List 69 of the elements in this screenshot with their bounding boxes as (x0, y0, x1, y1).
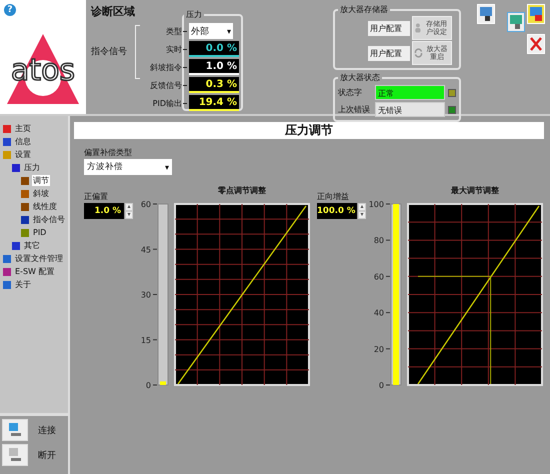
group-title: 放大器存储器 (339, 4, 389, 15)
type-dropdown[interactable]: 外部 ▾ (189, 23, 233, 39)
tick-label: 20 (374, 344, 384, 354)
tree-item[interactable]: 压力 (23, 162, 41, 173)
status-label: 上次错误 (338, 104, 371, 115)
group-title: 放大器状态 (339, 72, 381, 83)
monitor-icon (479, 6, 493, 22)
tick-label: 30 (140, 290, 151, 300)
tick-label: 40 (374, 308, 384, 318)
monitor-icon (509, 14, 523, 30)
group-title: 压力 (185, 9, 203, 20)
tree-item[interactable]: 设置文件管理 (14, 253, 64, 264)
bracket-label: 指令信号 (91, 46, 128, 58)
tick-label: 15 (140, 336, 151, 345)
network-icon (7, 422, 23, 438)
tree-item[interactable]: 斜坡 (32, 188, 50, 199)
tree-item[interactable]: PID (32, 228, 48, 237)
row-label: 类型 (165, 26, 182, 36)
network-icon (7, 447, 23, 463)
config-field[interactable]: 用户配置 (368, 20, 410, 36)
tree-item[interactable]: 主页 (14, 123, 32, 134)
row-label: 实时 (165, 44, 182, 54)
slider-track[interactable] (390, 204, 402, 386)
value-field[interactable]: 100.0 % (317, 203, 357, 219)
slider-track[interactable] (158, 204, 168, 386)
tree-item[interactable]: 关于 (14, 279, 32, 290)
bracket-line (135, 25, 140, 79)
status-field: 无错误 (375, 102, 445, 117)
field-label: 正偏置 (84, 191, 109, 202)
action-label: 连接 (38, 424, 56, 436)
tick-label: 100 (368, 200, 384, 209)
tick-label: 0 (378, 381, 384, 390)
tree-item[interactable]: 其它 (23, 240, 41, 251)
close-icon (529, 36, 543, 52)
row-label: 反馈信号 (149, 80, 182, 90)
value-readout: 1.0 % (189, 59, 239, 75)
connection-button[interactable] (2, 419, 28, 441)
row-label: PID输出 (152, 98, 182, 108)
tree-item[interactable]: 指令信号 (32, 214, 66, 225)
config-field[interactable]: 用户配置 (368, 46, 410, 60)
tick-label: 0 (146, 381, 151, 390)
monitor-icon (529, 6, 543, 22)
tick-label: 60 (374, 272, 384, 282)
value-readout: 19.4 % (189, 95, 239, 111)
select-label: 偏置补偿类型 (84, 147, 133, 158)
tree-item[interactable]: 调节 (32, 175, 50, 186)
tree-item[interactable]: 线性度 (32, 201, 58, 212)
chart-title: 最大调节调整 (450, 185, 500, 196)
tick-label: 80 (374, 236, 384, 246)
tree-item[interactable]: E-SW 配置 (14, 266, 56, 277)
connection-button[interactable] (2, 444, 28, 466)
status-field: 正常 (375, 85, 445, 100)
chart-title: 零点调节调整 (217, 185, 267, 196)
field-label: 正向增益 (317, 191, 350, 202)
value-readout: 0.3 % (189, 77, 239, 93)
status-label: 状态字 (338, 87, 363, 98)
action-label: 断开 (38, 450, 56, 462)
tick-label: 60 (140, 200, 151, 209)
tree-item[interactable]: 设置 (14, 149, 32, 160)
help-button[interactable]: ? (4, 4, 16, 16)
page-title: 压力调节 (74, 122, 544, 139)
close-button[interactable] (527, 34, 545, 54)
row-label: 斜坡指令 (149, 62, 182, 72)
value-readout: 0.0 % (189, 41, 239, 57)
tree-item[interactable]: 信息 (14, 136, 32, 147)
value-field[interactable]: 1.0 % (84, 203, 124, 219)
compensation-dropdown[interactable]: 方波补偿 ▾ (84, 159, 172, 175)
tick-label: 45 (140, 245, 151, 254)
section-title: 诊断区域 (91, 4, 135, 19)
